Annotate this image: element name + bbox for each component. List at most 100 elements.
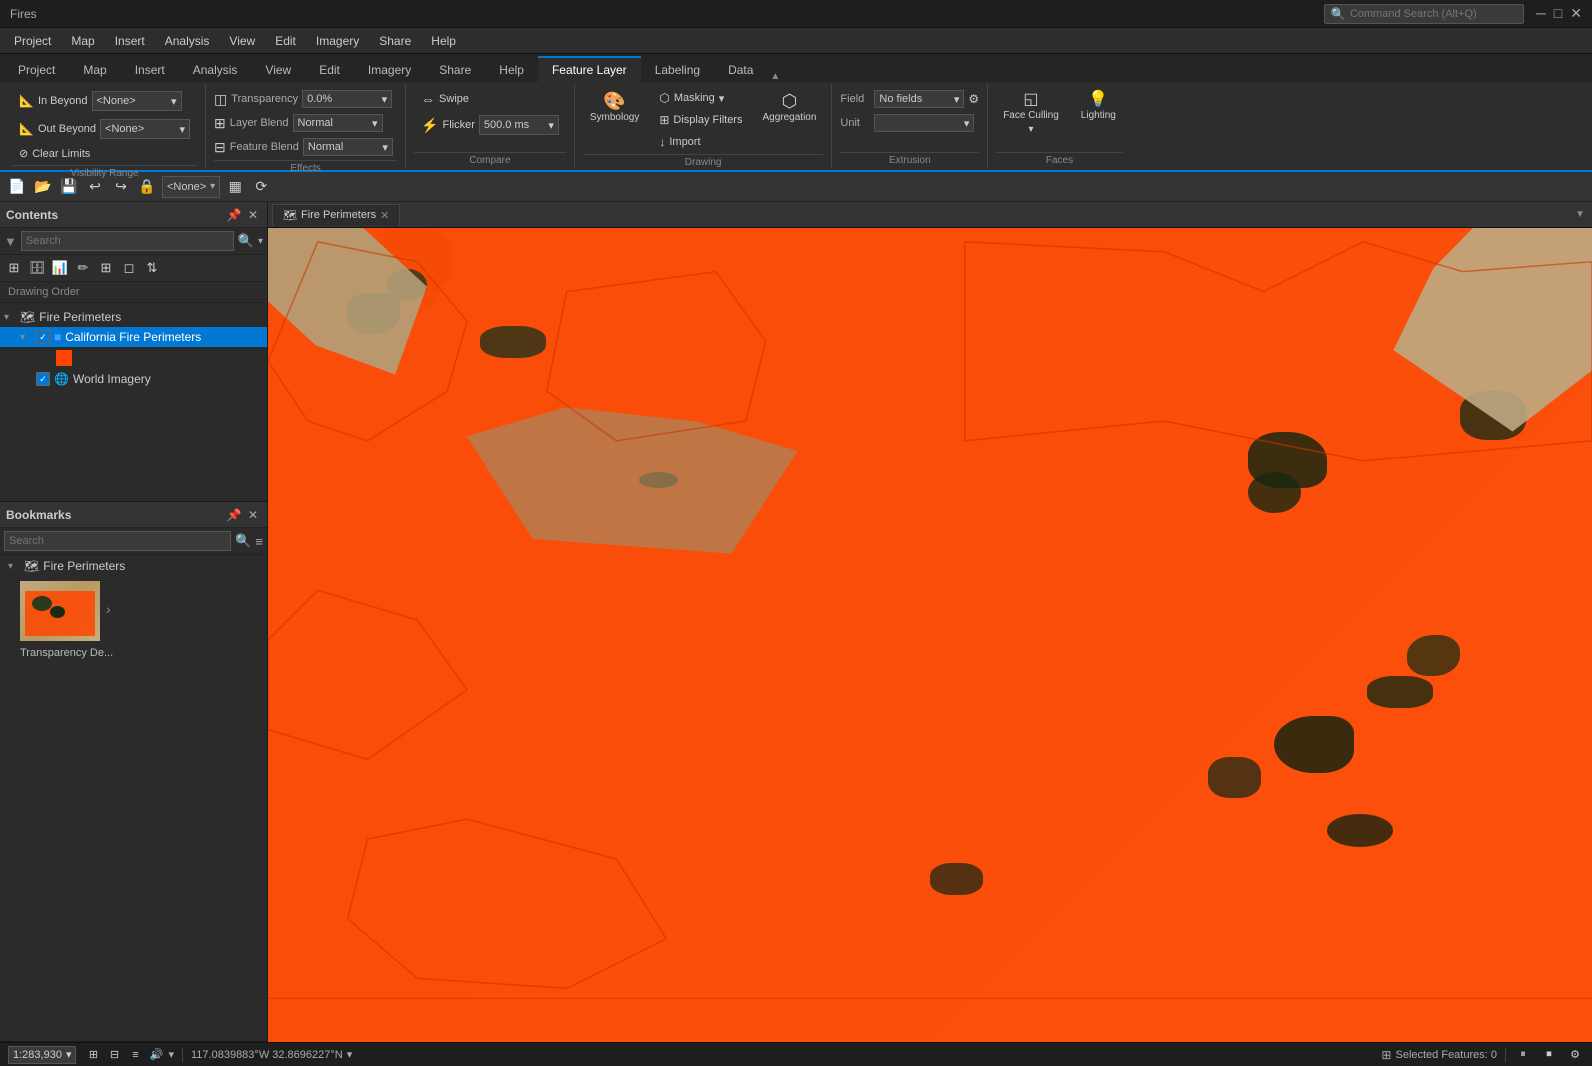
bookmarks-group-fire-perimeters[interactable]: ▾ 🗺 Fire Perimeters (0, 555, 267, 577)
tab-view[interactable]: View (251, 56, 305, 82)
bookmark-thumbnail[interactable] (20, 581, 100, 641)
dropdown-arrow-button[interactable]: ▦ (224, 176, 246, 198)
tab-project[interactable]: Project (4, 56, 69, 82)
display-filters-button[interactable]: ⊞ Display Filters (652, 110, 749, 130)
none-dropdown[interactable]: <None> ▾ (162, 176, 220, 198)
tab-share[interactable]: Share (425, 56, 485, 82)
lighting-button[interactable]: 💡 Lighting (1074, 88, 1123, 125)
list-view-button[interactable]: ⊞ (4, 258, 24, 278)
ca-fire-checkbox[interactable]: ✓ (36, 330, 50, 344)
world-imagery-checkbox[interactable]: ✓ (36, 372, 50, 386)
menu-edit[interactable]: Edit (265, 30, 306, 52)
map-zoom-button[interactable]: ⊞ (84, 1046, 102, 1064)
expand-icon[interactable]: ▾ (4, 312, 16, 323)
menu-project[interactable]: Project (4, 30, 61, 52)
filter-button[interactable]: ✏ (73, 258, 93, 278)
tab-analysis[interactable]: Analysis (179, 56, 252, 82)
scale-dropdown[interactable]: 1:283,930 ▾ (8, 1046, 76, 1064)
bookmarks-search-input[interactable] (4, 531, 231, 551)
reference-scale-button[interactable]: ◻ (119, 258, 139, 278)
undo-button[interactable]: ↩ (84, 176, 106, 198)
contents-dropdown-icon[interactable]: ▾ (258, 236, 263, 247)
tree-item-california-fire-perimeters[interactable]: ▾ ✓ ■ California Fire Perimeters (0, 327, 267, 347)
aggregation-button[interactable]: ⬡ Aggregation (755, 88, 823, 127)
map-table-button[interactable]: ≡ (126, 1046, 144, 1064)
menu-analysis[interactable]: Analysis (155, 30, 220, 52)
menu-imagery[interactable]: Imagery (306, 30, 369, 52)
flicker-button[interactable]: ⚡ Flicker 500.0 ms ▾ (414, 112, 566, 138)
menu-share[interactable]: Share (369, 30, 421, 52)
bookmarks-pin-button[interactable]: 📌 (226, 507, 242, 523)
tree-item-fire-perimeters-map[interactable]: ▾ 🗺 Fire Perimeters (0, 307, 267, 327)
tab-help[interactable]: Help (485, 56, 538, 82)
command-search-input[interactable] (1350, 8, 1500, 20)
close-button[interactable]: ✕ (1570, 5, 1582, 22)
out-beyond-button[interactable]: 📐 Out Beyond <None> ▾ (12, 116, 197, 142)
field-settings-icon[interactable]: ⚙ (968, 92, 979, 106)
coordinates-expand[interactable]: ▾ (347, 1048, 353, 1061)
contents-search-icon[interactable]: 🔍 (238, 233, 254, 249)
tab-edit[interactable]: Edit (305, 56, 354, 82)
chart-view-button[interactable]: 📊 (50, 258, 70, 278)
tab-data[interactable]: Data (714, 56, 767, 82)
bookmarks-list-icon[interactable]: ≡ (255, 534, 263, 549)
layer-blend-dropdown[interactable]: Normal ▾ (293, 114, 383, 132)
database-view-button[interactable]: 🗄 (27, 258, 47, 278)
map-canvas[interactable] (268, 228, 1592, 1042)
new-document-button[interactable]: 📄 (6, 176, 28, 198)
fire-color-swatch[interactable] (56, 350, 72, 366)
in-beyond-dropdown[interactable]: <None> ▾ (92, 91, 182, 111)
masking-button[interactable]: ⬡ Masking ▾ (652, 88, 749, 108)
ca-expand-icon[interactable]: ▾ (20, 332, 32, 343)
pause-button[interactable]: ⏸ (1514, 1046, 1532, 1064)
tree-item-world-imagery[interactable]: ▶ ✓ 🌐 World Imagery (0, 369, 267, 389)
tab-labeling[interactable]: Labeling (641, 56, 714, 82)
bookmark-transparency-demo[interactable]: › (0, 577, 267, 645)
map-grid-button[interactable]: ⊟ (105, 1046, 123, 1064)
tab-insert[interactable]: Insert (121, 56, 179, 82)
feature-blend-dropdown[interactable]: Normal ▾ (303, 138, 393, 156)
menu-view[interactable]: View (219, 30, 265, 52)
import-button[interactable]: ↓ Import (652, 132, 749, 152)
swipe-button[interactable]: ⇔ Swipe (414, 88, 476, 110)
contents-search-input[interactable] (21, 231, 234, 251)
maximize-button[interactable]: □ (1554, 5, 1562, 22)
symbology-button[interactable]: 🎨 Symbology (583, 88, 646, 127)
field-dropdown[interactable]: No fields ▾ (874, 90, 964, 108)
face-culling-button[interactable]: ◱ Face Culling ▾ (996, 88, 1066, 139)
add-group-button[interactable]: ⊞ (96, 258, 116, 278)
bookmarks-search-icon[interactable]: 🔍 (235, 533, 251, 549)
unit-dropdown[interactable]: ▾ (874, 114, 974, 132)
map-settings-button[interactable]: ⚙ (1566, 1046, 1584, 1064)
more-button[interactable]: ⟳ (250, 176, 272, 198)
command-search-box[interactable]: 🔍 (1324, 4, 1524, 24)
bookmark-expand-chevron[interactable]: › (106, 601, 111, 617)
tab-imagery[interactable]: Imagery (354, 56, 425, 82)
save-button[interactable]: 💾 (58, 176, 80, 198)
clear-limits-button[interactable]: ⊘ Clear Limits (12, 144, 97, 163)
flicker-dropdown[interactable]: 500.0 ms ▾ (479, 115, 559, 135)
ribbon-collapse-arrow[interactable]: ▲ (767, 71, 783, 82)
tab-map[interactable]: Map (69, 56, 120, 82)
contents-pin-button[interactable]: 📌 (226, 207, 242, 223)
menu-map[interactable]: Map (61, 30, 104, 52)
map-tab-close[interactable]: ✕ (380, 209, 389, 222)
open-button[interactable]: 📂 (32, 176, 54, 198)
menu-help[interactable]: Help (421, 30, 466, 52)
redo-button[interactable]: ↪ (110, 176, 132, 198)
map-tabs-collapse[interactable]: ▼ (1572, 209, 1588, 220)
bookmarks-close-button[interactable]: ✕ (245, 507, 261, 523)
menu-insert[interactable]: Insert (105, 30, 155, 52)
lock-button[interactable]: 🔒 (136, 176, 158, 198)
bookmarks-expand-icon[interactable]: ▾ (8, 561, 20, 572)
tab-feature-layer[interactable]: Feature Layer (538, 56, 641, 82)
map-audio-button[interactable]: 🔊 (147, 1046, 165, 1064)
transparency-dropdown[interactable]: 0.0% ▾ (302, 90, 392, 108)
contents-close-button[interactable]: ✕ (245, 207, 261, 223)
in-beyond-button[interactable]: 📐 In Beyond <None> ▾ (12, 88, 189, 114)
out-beyond-dropdown[interactable]: <None> ▾ (100, 119, 190, 139)
minimize-button[interactable]: ─ (1536, 5, 1546, 22)
fire-perimeters-tab[interactable]: 🗺 Fire Perimeters ✕ (272, 204, 400, 226)
move-button[interactable]: ⇅ (142, 258, 162, 278)
stop-button[interactable]: ⏹ (1540, 1046, 1558, 1064)
